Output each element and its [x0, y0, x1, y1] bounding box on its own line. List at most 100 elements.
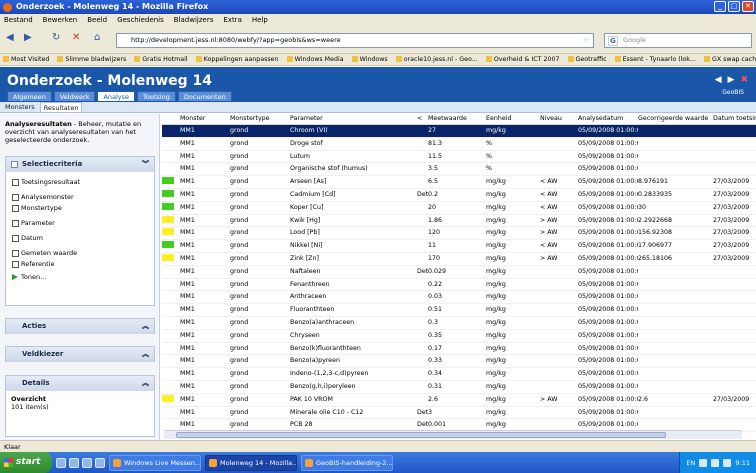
table-row[interactable]: MM1 grond Organische stof (humus) 3.5% 05/09… — [162, 162, 756, 177]
quicklaunch-icon[interactable] — [82, 457, 92, 468]
table-row[interactable]: MM1 grond PAK 10 VROM 2.6 mg/kg > AW 05/09/200… — [162, 393, 756, 407]
home-icon[interactable]: ⌂ — [94, 32, 100, 43]
criterion-referentie[interactable]: Referentie — [12, 260, 148, 269]
col-header[interactable]: Meetwaarde — [428, 114, 486, 125]
col-header[interactable]: Datum toetsing — [713, 114, 756, 125]
col-header[interactable]: Monstertype — [230, 114, 290, 125]
table-row[interactable]: MM1 grond Lood [Pb] 120 mg/kg > AW 05/09/2008 … — [162, 226, 756, 241]
language-indicator[interactable]: EN — [686, 459, 695, 467]
tray-icon[interactable] — [711, 458, 720, 467]
taskbar-item[interactable]: GeoBIS-handleiding-2... — [301, 454, 393, 471]
tab-toetsing[interactable]: Toetsing — [137, 91, 176, 101]
bookmark-item[interactable]: oracle10.jess.nl - Geo... — [396, 54, 478, 65]
start-button[interactable]: start — [0, 452, 52, 473]
criterion-parameter[interactable]: Parameter — [12, 219, 148, 228]
table-row[interactable]: MM1 grond Zink [Zn] 170 mg/kg > AW 05/09/2008 … — [162, 252, 756, 266]
search-input[interactable]: G Google — [604, 33, 752, 48]
criterion-monstertype[interactable]: Monstertype — [12, 204, 148, 213]
bookmark-item[interactable]: Slimme bladwijzers — [57, 54, 126, 65]
checkbox[interactable] — [12, 261, 19, 268]
menu-bewerken[interactable]: Bewerken — [43, 14, 78, 26]
col-header[interactable]: < — [417, 114, 428, 125]
bookmark-item[interactable]: Gratis Hotmail — [134, 54, 187, 65]
criterion-analysemonster[interactable]: Analysemonster — [12, 193, 148, 202]
tab-analyse[interactable]: Analyse — [97, 91, 136, 101]
bookmark-item[interactable]: Overheid & ICT 2007 — [486, 54, 560, 65]
col-header[interactable]: Eenheid — [486, 114, 540, 125]
maximize-button[interactable]: □ — [728, 1, 740, 12]
checkbox[interactable] — [12, 205, 19, 212]
table-row[interactable]: MM1 grond Benzo(g,h,i)peryleen 0.31 mg/kg 05/… — [162, 380, 756, 394]
col-header[interactable]: Gecorrigeerde waarde — [638, 114, 713, 125]
bookmark-item[interactable]: Geotraffic — [568, 54, 607, 65]
close-app-icon[interactable]: ✖ — [740, 75, 748, 85]
chevron-up-icon[interactable]: ︽ — [142, 347, 149, 362]
tab-veldwerk[interactable]: Veldwerk — [53, 91, 96, 101]
criterion-datum[interactable]: Datum — [12, 234, 148, 243]
table-row[interactable]: MM1 grond Kwik [Hg] 1.86 mg/kg > AW 05/09/2008… — [162, 214, 756, 228]
bookmark-item[interactable]: Windows Media — [287, 54, 344, 65]
chevron-up-icon[interactable]: ︽ — [142, 376, 149, 391]
bookmark-star-icon[interactable]: ☆ — [583, 34, 589, 47]
criterion-toetsingsresultaat[interactable]: Toetsingsresultaat — [12, 178, 148, 187]
table-row[interactable]: MM1 grond Fenanthreen 0.22 mg/kg 05/09/2008 0… — [162, 278, 756, 292]
table-row[interactable]: MM1 grond Anthraceen 0.03 mg/kg 05/09/2008 01… — [162, 290, 756, 305]
checkbox[interactable] — [12, 250, 19, 257]
arrow-left-icon[interactable]: ◀ — [715, 75, 722, 85]
tab-algemeen[interactable]: Algemeen — [7, 91, 52, 101]
checkbox[interactable] — [12, 235, 19, 242]
acties-header[interactable]: Acties ︽ — [6, 319, 154, 334]
checkbox[interactable] — [12, 220, 19, 227]
forward-icon[interactable]: ▶ — [24, 32, 32, 43]
menu-beeld[interactable]: Beeld — [87, 14, 107, 26]
chevron-up-icon[interactable]: ︽ — [142, 319, 149, 334]
table-row[interactable]: MM1 grond Indeno-(1,2,3-c,d)pyreen 0.34 mg/k… — [162, 367, 756, 381]
bookmark-item[interactable]: Windows — [352, 54, 388, 65]
back-icon[interactable]: ◀ — [6, 32, 14, 43]
tonen-button[interactable]: Tonen... — [12, 273, 148, 281]
quicklaunch-icon[interactable] — [95, 457, 105, 468]
tray-icon[interactable] — [723, 458, 732, 467]
url-input[interactable]: http://development.jess.nl:8080/webfy/?a… — [116, 33, 594, 48]
quicklaunch-icon[interactable] — [56, 457, 66, 468]
menu-help[interactable]: Help — [252, 14, 268, 26]
bookmark-item[interactable]: GX swap cach — [704, 54, 756, 65]
col-header[interactable]: Monster — [180, 114, 230, 125]
minimize-button[interactable]: _ — [714, 1, 726, 12]
table-row[interactable]: MM1 grond Chryseen 0.35 mg/kg 05/09/2008 01:0… — [162, 329, 756, 343]
table-row[interactable]: MM1 grond Lutum 11.5% 05/09/2008 01:00:0 — [162, 150, 756, 164]
col-header[interactable]: Analysedatum — [578, 114, 638, 125]
checkbox[interactable] — [12, 179, 19, 186]
close-button[interactable]: ✕ — [742, 1, 754, 12]
col-header[interactable]: Parameter — [290, 114, 417, 125]
table-row[interactable]: MM1 grond Benzo(a)pyreen 0.33 mg/kg 05/09/200… — [162, 354, 756, 369]
table-row[interactable]: MM1 grond Droge stof 81.3% 05/09/2008 01:00:… — [162, 137, 756, 151]
table-row[interactable]: MM1 grond Cadmium [Cd] Det 0.2 mg/kg < AW 05/09… — [162, 188, 756, 202]
bookmark-item[interactable]: Most Visited — [3, 54, 49, 65]
table-row[interactable]: MM1 grond Benzo(k)fluoranthteen 0.17 mg/kg 05… — [162, 342, 756, 356]
criterion-gemeten-waarde[interactable]: Gemeten waarde — [12, 249, 148, 258]
bookmark-item[interactable]: Koppelingen aanpassen — [196, 54, 279, 65]
chevron-down-icon[interactable]: ︾ — [142, 157, 149, 172]
menu-bestand[interactable]: Bestand — [4, 14, 33, 26]
checkbox[interactable] — [12, 194, 19, 201]
table-row[interactable]: MM1 grond Chroom (VI) 27 mg/kg 05/09/2008 01:… — [162, 124, 756, 138]
table-row[interactable]: MM1 grond Nikkel [Ni] 11 mg/kg < AW 05/09/2008… — [162, 239, 756, 253]
table-row[interactable]: MM1 grond Fluoranthteen 0.51 mg/kg 05/09/2008… — [162, 303, 756, 317]
table-row[interactable]: MM1 grond Koper [Cu] 20 mg/kg < AW 05/09/2008 … — [162, 201, 756, 215]
table-row[interactable]: MM1 grond Arseen [As] 6.5 mg/kg < AW 05/09/200… — [162, 175, 756, 189]
taskbar-item[interactable]: Windows Live Messen... — [109, 454, 201, 471]
subtab-resultaten[interactable]: Resultaten — [39, 102, 83, 112]
tab-documenten[interactable]: Documenten — [177, 91, 232, 101]
subtab-monsters[interactable]: Monsters — [2, 102, 38, 112]
scrollbar-thumb[interactable] — [176, 432, 666, 438]
veldkiezer-header[interactable]: Veldkiezer ︽ — [6, 347, 154, 362]
col-header[interactable]: Niveau — [540, 114, 578, 125]
stop-icon[interactable]: ✕ — [72, 32, 80, 43]
menu-geschiedenis[interactable]: Geschiedenis — [117, 14, 164, 26]
bookmark-item[interactable]: Essent - Tynaarlo (lok... — [615, 54, 696, 65]
taskbar-item[interactable]: Molenweg 14 - Mozilla... — [205, 454, 297, 471]
details-header[interactable]: Details ︽ — [6, 376, 154, 391]
horizontal-scrollbar[interactable] — [164, 430, 742, 439]
menu-extra[interactable]: Extra — [223, 14, 241, 26]
